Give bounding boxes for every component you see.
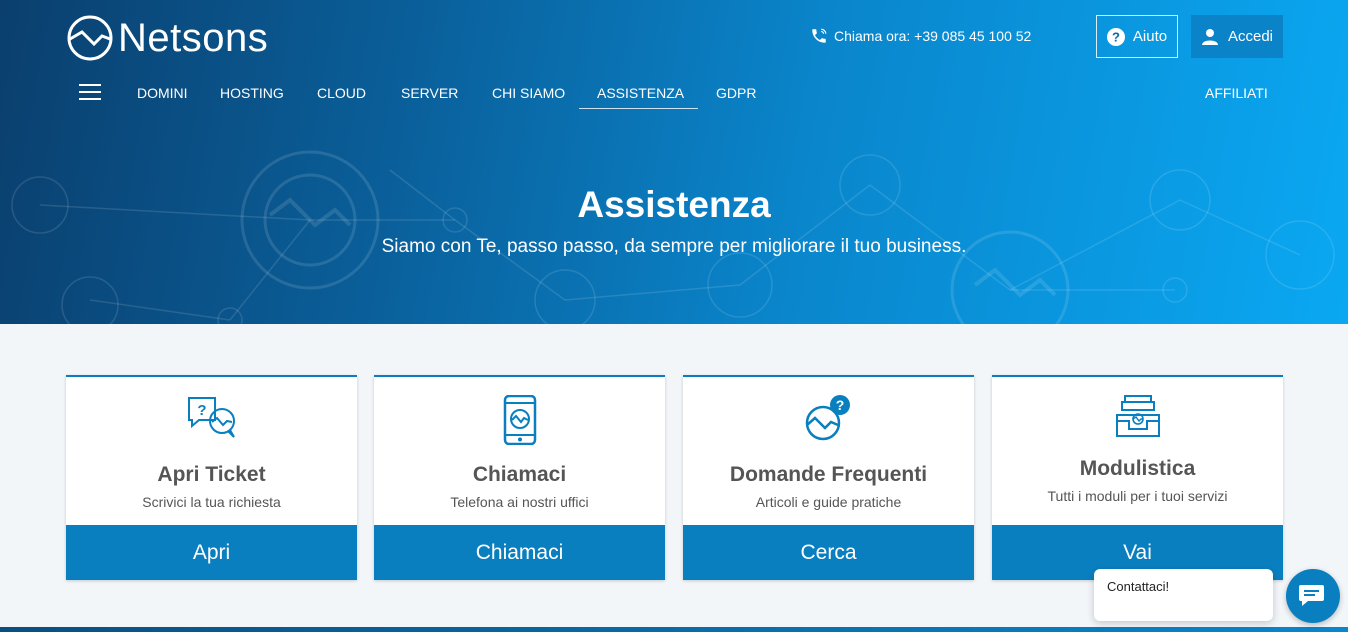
card-title: Modulistica	[1079, 457, 1196, 480]
chat-prompt-label: Contattaci!	[1107, 579, 1170, 594]
card-description: Telefona ai nostri uffici	[450, 494, 589, 510]
card-description: Articoli e guide pratiche	[755, 494, 902, 510]
chat-question-icon: ?	[187, 397, 235, 438]
nav-item-cloud[interactable]: CLOUD	[317, 85, 366, 101]
chat-icon	[1299, 585, 1324, 606]
card-title: Chiamaci	[472, 463, 567, 486]
hero-banner: Netsons Chiama ora: +39 085 45 100 52 ? …	[0, 0, 1348, 324]
card-domande-frequenti: ? Domande Frequenti Articoli e guide pra…	[683, 375, 974, 580]
chiamaci-button[interactable]: Chiamaci	[374, 525, 665, 580]
netsons-logo[interactable]: Netsons	[66, 14, 268, 62]
smartphone-icon	[503, 395, 536, 445]
phone-contact[interactable]: Chiama ora: +39 085 45 100 52	[810, 27, 1031, 45]
page-title: Assistenza	[577, 184, 771, 225]
help-button-label: Aiuto	[1132, 28, 1168, 45]
page-subtitle: Siamo con Te, passo passo, da sempre per…	[381, 236, 967, 257]
phone-text: Chiama ora: +39 085 45 100 52	[834, 28, 1032, 44]
card-chiamaci: Chiamaci Telefona ai nostri uffici Chiam…	[374, 375, 665, 580]
question-circle-icon: ?	[1106, 27, 1125, 46]
svg-text:?: ?	[835, 397, 844, 413]
document-tray-icon	[1115, 395, 1160, 437]
nav-item-server[interactable]: SERVER	[401, 85, 458, 101]
card-description: Tutti i moduli per i tuoi servizi	[1047, 488, 1228, 504]
apri-button[interactable]: Apri	[66, 525, 357, 580]
nav-item-chi-siamo[interactable]: CHI SIAMO	[492, 85, 565, 101]
nav-item-affiliati[interactable]: AFFILIATI	[1205, 85, 1268, 101]
footer-edge	[0, 627, 1348, 632]
faq-icon: ?	[805, 395, 850, 441]
svg-text:?: ?	[1112, 29, 1120, 44]
logo-text: Netsons	[118, 16, 269, 60]
help-button[interactable]: ? Aiuto	[1096, 15, 1178, 58]
login-button-label: Accedi	[1227, 28, 1274, 45]
card-title: Domande Frequenti	[729, 463, 928, 486]
card-apri-ticket: ? Apri Ticket Scrivici la tua richiesta …	[66, 375, 357, 580]
card-title: Apri Ticket	[157, 463, 266, 486]
nav-item-gdpr[interactable]: GDPR	[716, 85, 756, 101]
login-button[interactable]: Accedi	[1191, 15, 1283, 58]
card-description: Scrivici la tua richiesta	[142, 494, 281, 510]
chat-launcher-button[interactable]	[1286, 569, 1340, 623]
nav-item-domini[interactable]: DOMINI	[137, 85, 188, 101]
cerca-button[interactable]: Cerca	[683, 525, 974, 580]
nav-item-assistenza[interactable]: ASSISTENZA	[597, 85, 684, 101]
phone-icon	[812, 28, 827, 43]
hamburger-menu-icon[interactable]	[79, 84, 101, 101]
netsons-logo-icon	[67, 15, 113, 61]
svg-text:?: ?	[197, 402, 206, 419]
card-modulistica: Modulistica Tutti i moduli per i tuoi se…	[992, 375, 1283, 580]
chat-prompt-bubble[interactable]: Contattaci!	[1094, 569, 1273, 621]
user-icon	[1201, 28, 1218, 45]
nav-active-indicator	[579, 108, 698, 109]
nav-item-hosting[interactable]: HOSTING	[220, 85, 284, 101]
